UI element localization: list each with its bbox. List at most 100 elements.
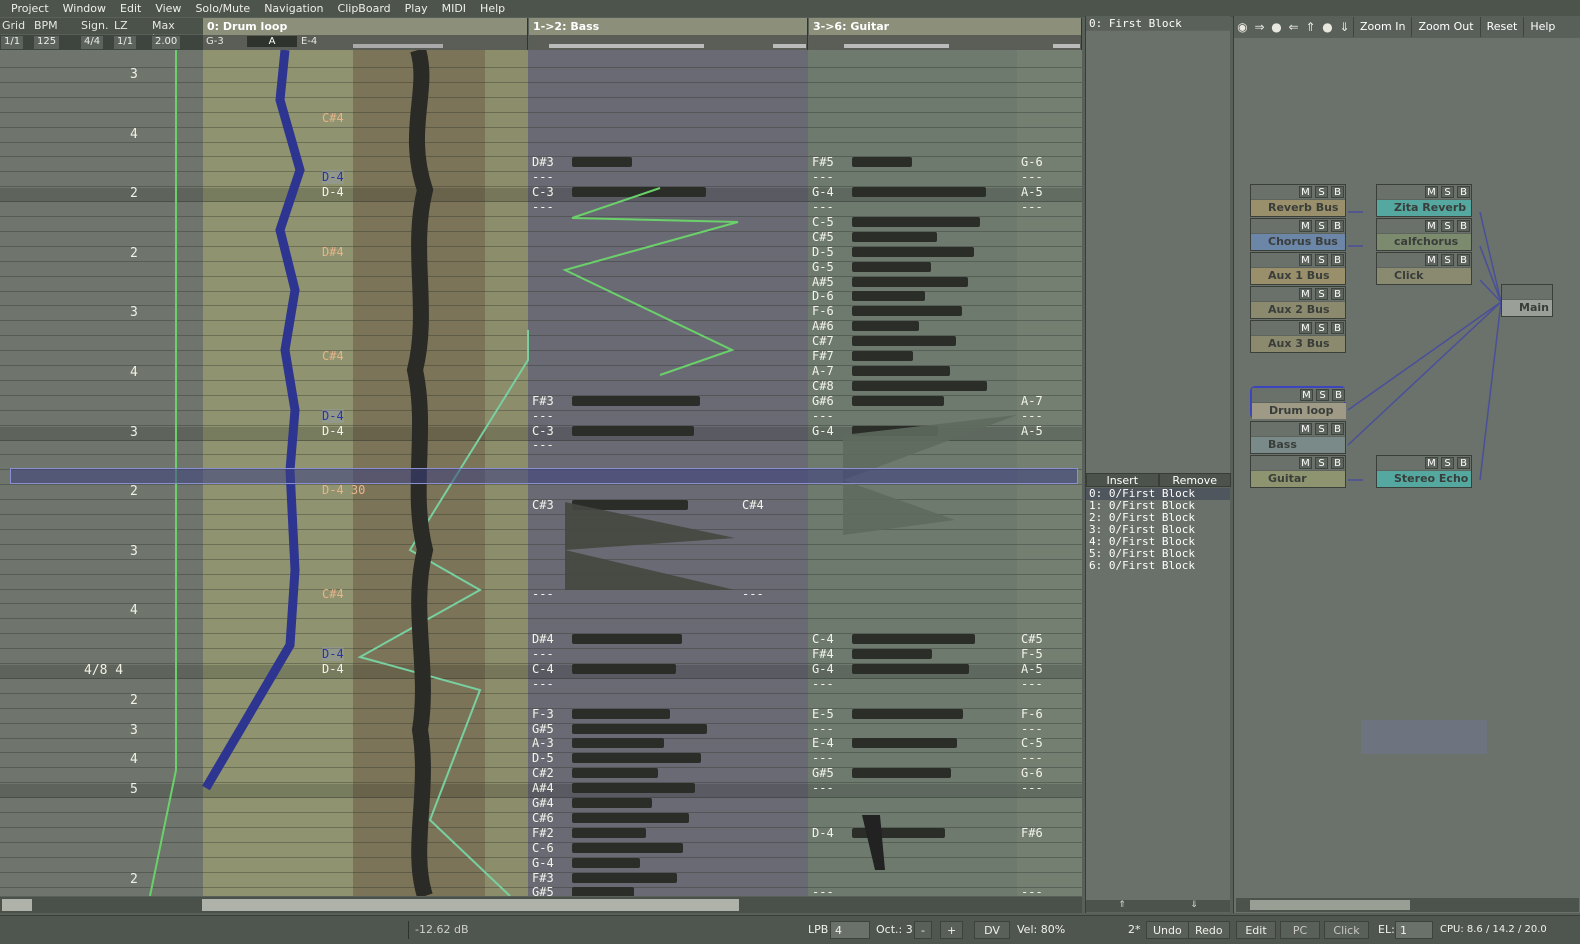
strip-b-button[interactable]: B [1457, 220, 1470, 232]
mixer-canvas[interactable]: M S B Reverb Bus M S B Chorus Bus M S B Aux 1 Bus M S… [1236, 40, 1579, 898]
seqblock-view[interactable] [1086, 31, 1230, 473]
click-button[interactable]: Click [1324, 921, 1369, 939]
undo-button[interactable]: Undo [1146, 921, 1189, 939]
mixer-hscroll-thumb[interactable] [1250, 900, 1410, 910]
strip-b-button[interactable]: B [1457, 254, 1470, 266]
drum-subtrack-note[interactable]: G-3 [206, 36, 224, 47]
el-field[interactable]: 1 [1395, 921, 1433, 939]
seqblock-scroll[interactable]: ⇑ ⇓ [1086, 900, 1230, 912]
drum-subtrack-velocity[interactable]: A [247, 36, 297, 47]
lpb-field[interactable]: 4 [830, 921, 870, 939]
strip-b-button[interactable]: B [1331, 254, 1344, 266]
mixer-hscroll[interactable] [1236, 898, 1579, 912]
reset-button[interactable]: Reset [1479, 17, 1524, 37]
strip-s-button[interactable]: S [1316, 389, 1329, 401]
zoom-out-button[interactable]: Zoom Out [1411, 17, 1479, 37]
menu-view[interactable]: View [148, 2, 188, 15]
scroll-down-icon[interactable]: ⇓ [1190, 900, 1198, 912]
menu-edit[interactable]: Edit [113, 2, 148, 15]
hscroll-thumb[interactable] [202, 899, 739, 911]
menu-midi[interactable]: MIDI [435, 2, 473, 15]
track-header-drum-loop[interactable]: 0: Drum loop [203, 18, 528, 35]
drum-subtrack-note2[interactable]: E-4 [301, 36, 317, 47]
strip-s-button[interactable]: S [1315, 254, 1328, 266]
signature-value[interactable]: 4/4 [81, 36, 104, 49]
seqblock-list[interactable]: 0: 0/First Block 1: 0/First Block 2: 0/Fir… [1086, 488, 1230, 912]
pc-button[interactable]: PC [1280, 921, 1320, 939]
strip-m-button[interactable]: M [1299, 254, 1312, 266]
arrow-left-icon[interactable]: ⇐ [1285, 20, 1302, 34]
edit-button[interactable]: Edit [1236, 921, 1276, 939]
strip-b-button[interactable]: B [1331, 457, 1344, 469]
strip-b-button[interactable]: B [1457, 457, 1470, 469]
mixer-strip[interactable]: Main [1501, 284, 1553, 317]
strip-b-button[interactable]: B [1331, 288, 1344, 300]
strip-m-button[interactable]: M [1299, 423, 1312, 435]
max-tempo-value[interactable]: 2.00 [152, 36, 181, 49]
mixer-strip[interactable]: M S B Bass [1250, 421, 1346, 454]
strip-m-button[interactable]: M [1299, 220, 1312, 232]
circle-icon[interactable]: ● [1268, 20, 1285, 34]
mixer-strip[interactable]: M S B Reverb Bus [1250, 184, 1346, 217]
strip-b-button[interactable]: B [1331, 186, 1344, 198]
sequencer-hscroll[interactable] [0, 897, 1082, 913]
insert-button[interactable]: Insert [1086, 473, 1159, 487]
strip-s-button[interactable]: S [1315, 288, 1328, 300]
scroll-up-icon[interactable]: ⇑ [1118, 900, 1126, 912]
sequencer-editor[interactable]: 3 4 2 2 3 4 3 2 3 4 4/8 4 2 3 4 5 2 C#4 D-4 D-4 D#4 C#4 D-4 D-… [0, 50, 1082, 896]
mixer-strip[interactable]: M S B Aux 3 Bus [1250, 320, 1346, 353]
octave-up-button[interactable]: + [940, 921, 964, 939]
strip-s-button[interactable]: S [1441, 186, 1454, 198]
remove-button[interactable]: Remove [1158, 473, 1231, 487]
mixer-strip[interactable]: M S B Stereo Echo [1376, 455, 1472, 488]
mixer-strip[interactable]: M S B Chorus Bus [1250, 218, 1346, 251]
strip-m-button[interactable]: M [1425, 457, 1438, 469]
strip-s-button[interactable]: S [1315, 186, 1328, 198]
strip-m-button[interactable]: M [1299, 186, 1312, 198]
menu-window[interactable]: Window [56, 2, 113, 15]
strip-s-button[interactable]: S [1441, 457, 1454, 469]
menu-clipboard[interactable]: ClipBoard [331, 2, 398, 15]
strip-b-button[interactable]: B [1331, 220, 1344, 232]
strip-s-button[interactable]: S [1315, 322, 1328, 334]
menu-play[interactable]: Play [398, 2, 435, 15]
mixer-strip[interactable]: M S B Aux 1 Bus [1250, 252, 1346, 285]
mixer-strip[interactable]: M S B Guitar [1250, 455, 1346, 488]
strip-m-button[interactable]: M [1300, 389, 1313, 401]
seqblock-list-item[interactable]: 6: 0/First Block [1086, 560, 1230, 572]
arrow-up-icon[interactable]: ⇑ [1302, 20, 1319, 34]
octave-down-button[interactable]: - [914, 921, 932, 939]
mixer-strip[interactable]: M S B Drum loop [1250, 386, 1346, 419]
circle-icon[interactable]: ◉ [1234, 20, 1251, 34]
strip-m-button[interactable]: M [1299, 288, 1312, 300]
strip-s-button[interactable]: S [1315, 423, 1328, 435]
lz-value[interactable]: 1/1 [114, 36, 137, 49]
strip-b-button[interactable]: B [1457, 186, 1470, 198]
strip-m-button[interactable]: M [1299, 322, 1312, 334]
bpm-value[interactable]: 125 [34, 36, 60, 49]
strip-m-button[interactable]: M [1425, 186, 1438, 198]
redo-button[interactable]: Redo [1188, 921, 1230, 939]
mixer-strip[interactable]: M S Bcalfchorus [1376, 218, 1472, 251]
mixer-strip[interactable]: M S B Aux 2 Bus [1250, 286, 1346, 319]
strip-b-button[interactable]: B [1331, 423, 1344, 435]
mixer-strip[interactable]: M S B Click [1376, 252, 1472, 285]
mixer-strip[interactable]: M S B Zita Reverb [1376, 184, 1472, 217]
arrow-right-icon[interactable]: ⇒ [1251, 20, 1268, 34]
track-header-guitar[interactable]: 3->6: Guitar [809, 18, 1082, 35]
strip-s-button[interactable]: S [1315, 457, 1328, 469]
velocity-readout[interactable]: Vel: 80% [1017, 921, 1065, 939]
menu-help[interactable]: Help [473, 2, 512, 15]
strip-s-button[interactable]: S [1315, 220, 1328, 232]
track-header-bass[interactable]: 1->2: Bass [529, 18, 808, 35]
strip-m-button[interactable]: M [1425, 254, 1438, 266]
help-button[interactable]: Help [1523, 17, 1561, 37]
strip-b-button[interactable]: B [1332, 389, 1345, 401]
arrow-down-icon[interactable]: ⇓ [1336, 20, 1353, 34]
menu-navigation[interactable]: Navigation [257, 2, 330, 15]
dv-button[interactable]: DV [974, 921, 1010, 939]
strip-s-button[interactable]: S [1441, 254, 1454, 266]
strip-m-button[interactable]: M [1425, 220, 1438, 232]
menu-solomute[interactable]: Solo/Mute [188, 2, 257, 15]
zoom-in-button[interactable]: Zoom In [1353, 17, 1411, 37]
